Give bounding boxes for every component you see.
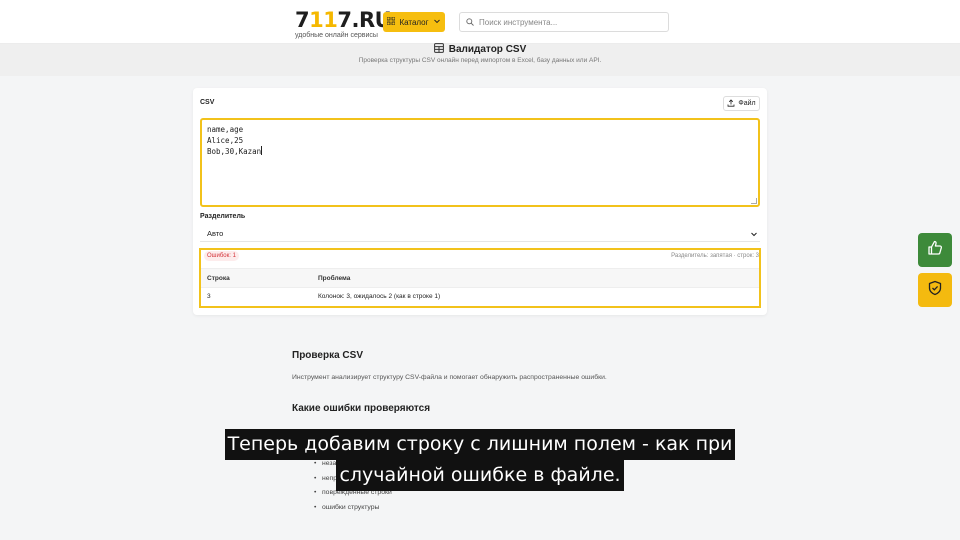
- delimiter-value: Авто: [207, 229, 224, 238]
- csv-line: Alice,25: [207, 136, 244, 145]
- caption-line: случайной ошибке в файле.: [336, 460, 624, 491]
- page-title: Валидатор CSV: [0, 43, 960, 56]
- thumbs-up-icon: [927, 240, 943, 261]
- catalog-label: Каталог: [399, 17, 429, 27]
- catalog-button[interactable]: Каталог: [383, 12, 445, 32]
- resize-handle[interactable]: [751, 198, 757, 204]
- row-line-number: 3: [207, 293, 211, 300]
- chevron-down-icon: [750, 230, 758, 240]
- logo-text: 7117.RU: [295, 8, 392, 32]
- search-box: [459, 12, 669, 32]
- upload-icon: [727, 98, 735, 109]
- table-icon: [433, 43, 444, 56]
- csv-line: Bob,30,Kazan: [207, 147, 262, 156]
- like-button[interactable]: [918, 233, 952, 267]
- csv-label: CSV: [200, 99, 215, 106]
- csv-line-current: Bob,30,Kazan: [207, 146, 753, 157]
- column-header-problem: Проблема: [318, 275, 351, 282]
- errors-badge: Ошибок: 1: [204, 251, 239, 261]
- file-upload-button[interactable]: Файл: [723, 96, 760, 111]
- list-item: ошибки структуры: [314, 504, 379, 511]
- csv-line: name,age: [207, 125, 244, 134]
- table-row: 3 Колонок: 3, ожидалось 2 (как в строке …: [201, 288, 759, 306]
- shield-check-icon: [927, 280, 943, 301]
- catalog-grid-icon: [387, 16, 396, 27]
- logo-accent: 11: [309, 8, 338, 32]
- file-button-label: Файл: [738, 100, 756, 107]
- chevron-down-icon: [433, 17, 441, 27]
- result-summary: Разделитель: запятая · строк: 3: [671, 253, 759, 259]
- article-heading: Проверка CSV: [292, 350, 363, 361]
- column-header-line: Строка: [207, 275, 230, 282]
- text-caret: [261, 146, 263, 155]
- logo-tagline: удобные онлайн сервисы: [295, 32, 378, 39]
- validation-result: Ошибок: 1 Разделитель: запятая · строк: …: [199, 248, 761, 308]
- caption-line: Теперь добавим строку с лишним полем - к…: [224, 429, 736, 460]
- row-problem: Колонок: 3, ожидалось 2 (как в строке 1): [318, 293, 441, 300]
- top-bar: 7117.RU удобные онлайн сервисы Каталог: [0, 0, 960, 44]
- article-subheading: Какие ошибки проверяются: [292, 403, 431, 414]
- delimiter-label: Разделитель: [200, 213, 246, 220]
- table-header: Строка Проблема: [201, 268, 759, 288]
- page-subtitle: Проверка структуры CSV онлайн перед импо…: [358, 57, 602, 64]
- security-button[interactable]: [918, 273, 952, 307]
- page-title-text: Валидатор CSV: [448, 44, 527, 55]
- search-icon: [466, 13, 474, 31]
- csv-textarea[interactable]: name,age Alice,25 Bob,30,Kazan: [200, 118, 760, 207]
- delimiter-select[interactable]: Авто: [200, 226, 760, 242]
- video-caption: Теперь добавим строку с лишним полем - к…: [0, 429, 960, 491]
- logo-prefix: 7: [295, 8, 310, 32]
- article-intro: Инструмент анализирует структуру CSV-фай…: [292, 374, 607, 381]
- search-input[interactable]: [479, 17, 659, 27]
- validator-card: CSV Файл name,age Alice,25 Bob,30,Kazan …: [193, 88, 767, 315]
- site-logo[interactable]: 7117.RU удобные онлайн сервисы: [295, 8, 392, 39]
